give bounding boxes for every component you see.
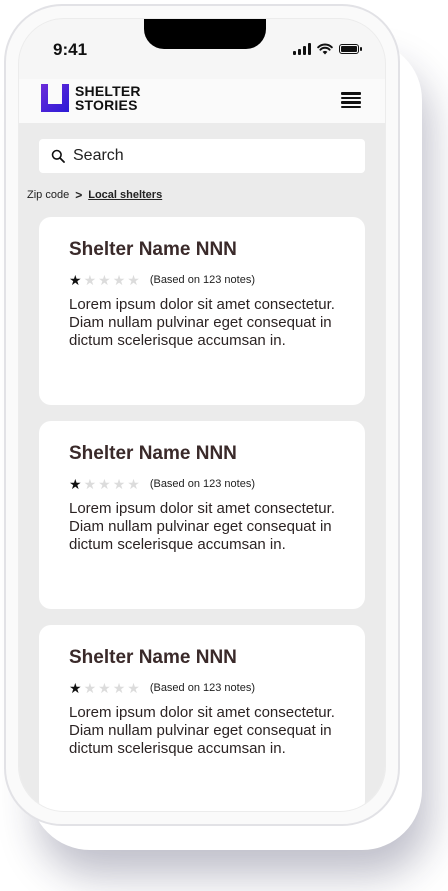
star-icon: ★ [98,680,111,696]
shelter-description: Lorem ipsum dolor sit amet consectetur. … [69,500,335,553]
star-icon: ★ [127,272,140,288]
search-icon [51,149,65,163]
star-icon: ★ [83,680,97,696]
breadcrumb-local-shelters[interactable]: Local shelters [88,189,162,201]
rating-note: (Based on 123 notes) [149,274,255,286]
status-bar: 9:41 [19,19,385,79]
star-icon: ★ [98,272,111,288]
star-icon: ★ [98,476,111,492]
breadcrumb-separator-icon: > [75,188,83,202]
shelter-name[interactable]: Shelter Name NNN [69,239,335,261]
star-icon: ★ [69,272,82,288]
hamburger-menu-icon[interactable] [341,92,361,108]
star-icon: ★ [127,680,140,696]
shelter-card[interactable]: Shelter Name NNN ★ ★ ★ ★ ★ (Based on 123… [39,217,365,405]
shelter-card[interactable]: Shelter Name NNN ★ ★ ★ ★ ★ (Based on 123… [39,421,365,609]
star-rating: ★ ★ ★ ★ ★ (Based on 123 notes) [69,477,335,491]
status-icons [293,43,362,55]
star-icon: ★ [112,476,126,492]
phone-frame: 9:41 SHELTER STORIES Search Zip code > L… [4,4,400,826]
shelter-description: Lorem ipsum dolor sit amet consectetur. … [69,704,335,757]
cellular-signal-icon [293,43,311,55]
phone-screen: 9:41 SHELTER STORIES Search Zip code > L… [18,18,386,812]
search-input[interactable] [71,146,325,166]
wifi-icon [317,43,333,55]
star-icon: ★ [112,272,126,288]
breadcrumb: Zip code > Local shelters [27,188,162,202]
shelter-name[interactable]: Shelter Name NNN [69,647,335,669]
shelter-description: Lorem ipsum dolor sit amet consectetur. … [69,296,335,349]
breadcrumb-zip-code[interactable]: Zip code [27,189,69,201]
star-icon: ★ [127,476,140,492]
star-rating: ★ ★ ★ ★ ★ (Based on 123 notes) [69,273,335,287]
star-rating: ★ ★ ★ ★ ★ (Based on 123 notes) [69,681,335,695]
battery-icon [339,44,362,54]
star-icon: ★ [83,272,97,288]
star-icon: ★ [69,680,82,696]
logo-line-2: STORIES [75,97,138,113]
shelter-name[interactable]: Shelter Name NNN [69,443,335,465]
rating-note: (Based on 123 notes) [149,478,255,490]
main-content[interactable]: Zip code > Local shelters Shelter Name N… [19,123,385,811]
search-bar[interactable] [39,139,365,173]
app-header: SHELTER STORIES [19,79,385,123]
shelter-card[interactable]: Shelter Name NNN ★ ★ ★ ★ ★ (Based on 123… [39,625,365,811]
star-icon: ★ [112,680,126,696]
logo-text: SHELTER STORIES [75,84,141,112]
star-icon: ★ [83,476,97,492]
star-icon: ★ [69,476,82,492]
shelter-logo-icon [41,84,69,112]
notch [144,19,266,49]
logo-line-1: SHELTER [75,83,141,99]
rating-note: (Based on 123 notes) [149,682,255,694]
logo[interactable]: SHELTER STORIES [41,84,141,112]
status-time: 9:41 [53,40,88,59]
